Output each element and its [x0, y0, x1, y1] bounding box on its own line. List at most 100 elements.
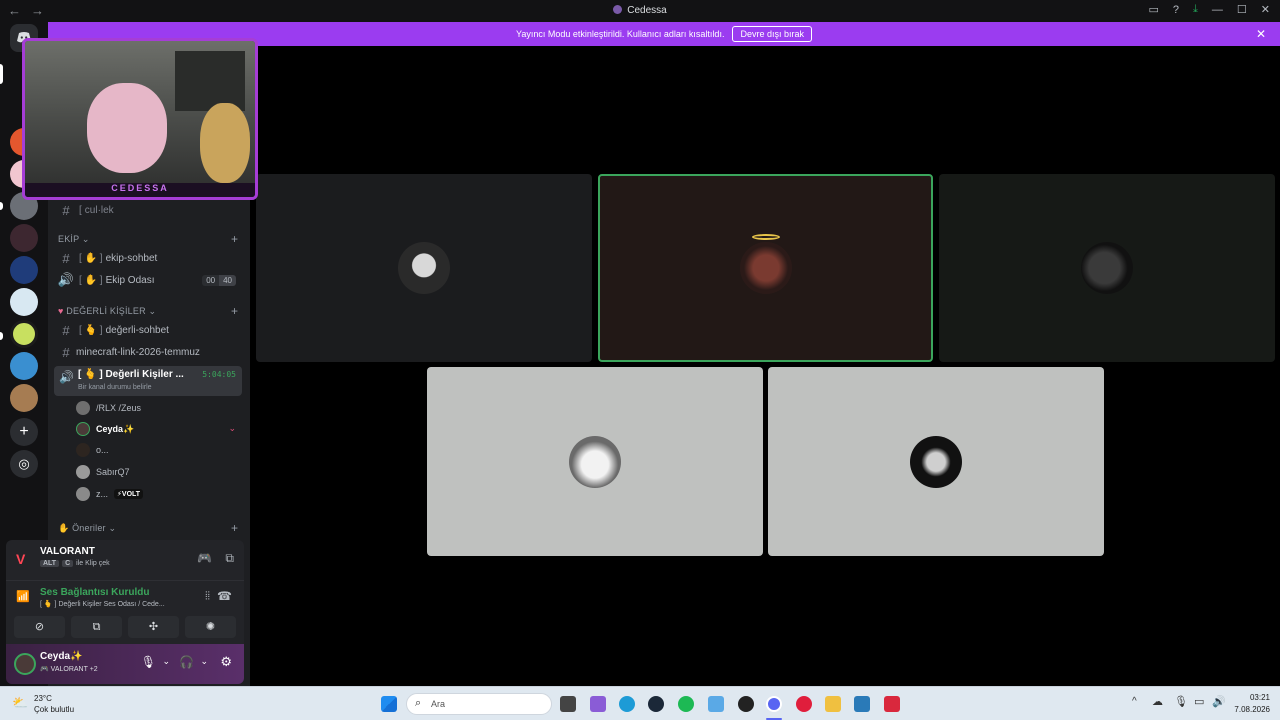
search-placeholder: Ara	[431, 699, 446, 709]
participant-tile-3[interactable]	[939, 174, 1275, 362]
activities-icon[interactable]: ✣	[128, 616, 179, 638]
gamepad-icon[interactable]: 🎮	[197, 551, 212, 565]
category-oneriler[interactable]: ✋ Öneriler ⌄	[58, 523, 116, 534]
category-ekip[interactable]: EKİP ⌄	[58, 234, 90, 245]
category-label: EKİP	[58, 234, 80, 244]
discord-taskbar-icon[interactable]	[766, 696, 782, 712]
server-tag: ⚡VOLT	[114, 489, 144, 499]
camera-off-icon[interactable]: ⊘	[14, 616, 65, 638]
server-icon-4[interactable]	[10, 224, 38, 252]
banner-close-icon[interactable]: ✕	[1256, 27, 1266, 41]
chevron-down-icon[interactable]: ⌄	[162, 656, 170, 667]
spotify-icon[interactable]	[678, 696, 694, 712]
server-icon-6[interactable]	[10, 288, 38, 316]
server-icon-9[interactable]	[10, 384, 38, 412]
channel-degerli-sohbet[interactable]: # [ 🫰 ] değerli-sohbet	[48, 320, 244, 340]
cloud-icon: ⛅	[12, 695, 29, 710]
participant-avatar	[910, 435, 962, 488]
participant-tile-5[interactable]	[768, 367, 1104, 556]
banner-text: Yayıncı Modu etkinleştirildi. Kullanıcı …	[516, 29, 725, 39]
chevron-up-icon[interactable]: ^	[1132, 696, 1137, 707]
active-voice-channel[interactable]: 🔊 [ 🫰 ] Değerli Kişiler ... 5:04:05 Bir …	[54, 366, 242, 396]
share-screen-icon[interactable]: ⧉	[71, 616, 122, 638]
heart-icon: ♥	[58, 306, 64, 316]
voice-user[interactable]: SabırQ7	[76, 463, 130, 481]
minimize-button[interactable]: —	[1212, 4, 1223, 16]
record-icon[interactable]	[796, 696, 812, 712]
voice-user-name: z...	[96, 489, 109, 499]
add-channel-icon[interactable]: +	[231, 304, 238, 318]
user-avatar[interactable]	[14, 653, 36, 675]
soundboard-icon[interactable]: ✺	[185, 616, 236, 638]
halo-decoration	[751, 234, 780, 240]
chevron-down-icon[interactable]: ⌄	[228, 423, 236, 434]
voice-channel-path[interactable]: [ 🫰 ] Değerli Kişiler Ses Odası / Cede..…	[40, 600, 165, 608]
channel-top[interactable]: # [ cul·lek	[48, 200, 244, 220]
server-icon-5[interactable]	[10, 256, 38, 284]
steam-icon[interactable]	[648, 696, 664, 712]
chevron-down-icon[interactable]: ⌄	[200, 656, 208, 667]
participant-tile-1[interactable]	[256, 174, 592, 362]
channel-name: ekip-sohbet	[105, 252, 158, 264]
app-icon[interactable]	[708, 696, 724, 712]
screen-share-icon[interactable]: ⧉	[225, 551, 234, 566]
copilot-icon[interactable]	[590, 696, 606, 712]
inbox-icon[interactable]: ▭	[1149, 3, 1159, 16]
settings-gear-icon[interactable]: ⚙	[220, 654, 232, 670]
clock-date[interactable]: 7.08.2026	[1224, 705, 1270, 714]
server-icon-7[interactable]	[10, 320, 38, 348]
voice-user[interactable]: o...	[76, 441, 109, 459]
cloud-sync-icon[interactable]: ☁	[1152, 695, 1163, 708]
disconnect-icon[interactable]: ☎	[217, 589, 232, 603]
chevron-down-icon: ⌄	[108, 523, 117, 533]
unread-pill	[0, 202, 3, 210]
weather-desc[interactable]: Çok bulutlu	[34, 705, 74, 714]
channel-status[interactable]: Bir kanal durumu belirle	[78, 384, 152, 391]
task-view-icon[interactable]	[560, 696, 576, 712]
chevron-down-icon: ⌄	[148, 306, 157, 316]
obs-icon[interactable]	[738, 696, 754, 712]
voice-user[interactable]: z... ⚡VOLT	[76, 485, 144, 503]
disable-streamer-mode-button[interactable]: Devre dışı bırak	[732, 26, 812, 42]
edge-icon[interactable]	[619, 696, 635, 712]
photo-wall	[175, 51, 245, 111]
badge-b: 40	[219, 274, 236, 286]
channel-ekip-odasi[interactable]: 🔊 [ ✋ ] Ekip Odası 00 40	[48, 270, 244, 290]
weather-temp[interactable]: 23°C	[34, 694, 52, 703]
username[interactable]: Ceyda✨	[40, 651, 82, 662]
participant-tile-4[interactable]	[427, 367, 763, 556]
close-button[interactable]: ✕	[1261, 3, 1270, 16]
channel-minecraft-link[interactable]: # minecraft-link-2026-temmuz	[48, 342, 244, 362]
voice-user[interactable]: /RLX /Zeus	[76, 399, 141, 417]
clock-time[interactable]: 03:21	[1234, 693, 1270, 702]
participant-tile-speaking[interactable]	[598, 174, 933, 362]
server-icon-8[interactable]	[10, 352, 38, 380]
headphones-icon[interactable]: 🎧	[179, 655, 194, 669]
add-channel-icon[interactable]: +	[231, 232, 238, 246]
voice-user-self[interactable]: Ceyda✨	[76, 420, 134, 438]
windows-start-icon[interactable]	[381, 696, 397, 712]
network-icon[interactable]: ▭	[1194, 695, 1204, 708]
microphone-icon[interactable]: 🎙	[141, 655, 156, 669]
noise-suppression-icon[interactable]: ⦙⦙	[205, 590, 210, 603]
voice-status[interactable]: Ses Bağlantısı Kuruldu	[40, 587, 149, 598]
add-channel-icon[interactable]: +	[231, 521, 238, 535]
user-count-badge: 00 40	[202, 274, 236, 286]
photos-icon[interactable]	[854, 696, 870, 712]
voice-user-name: SabırQ7	[96, 467, 130, 477]
category-degerli[interactable]: ♥ DEĞERLİ KİŞİLER ⌄	[58, 306, 156, 317]
key-c: C	[62, 560, 74, 567]
explore-icon[interactable]: ◎	[10, 450, 38, 478]
signal-icon: 📶	[16, 591, 30, 603]
channel-ekip-sohbet[interactable]: # [ ✋ ] ekip-sohbet	[48, 248, 244, 268]
help-icon[interactable]: ?	[1173, 4, 1179, 16]
mic-tray-icon[interactable]: 🎙	[1174, 695, 1188, 708]
participant-avatar	[569, 435, 621, 488]
valorant-taskbar-icon[interactable]	[884, 696, 900, 712]
search-box[interactable]: ⌕ Ara	[406, 693, 552, 715]
key-alt: ALT	[40, 560, 60, 567]
add-server-icon[interactable]: +	[10, 418, 38, 446]
download-icon[interactable]: ⤓	[1193, 3, 1198, 16]
file-explorer-icon[interactable]	[825, 696, 841, 712]
maximize-button[interactable]: ☐	[1237, 3, 1247, 16]
